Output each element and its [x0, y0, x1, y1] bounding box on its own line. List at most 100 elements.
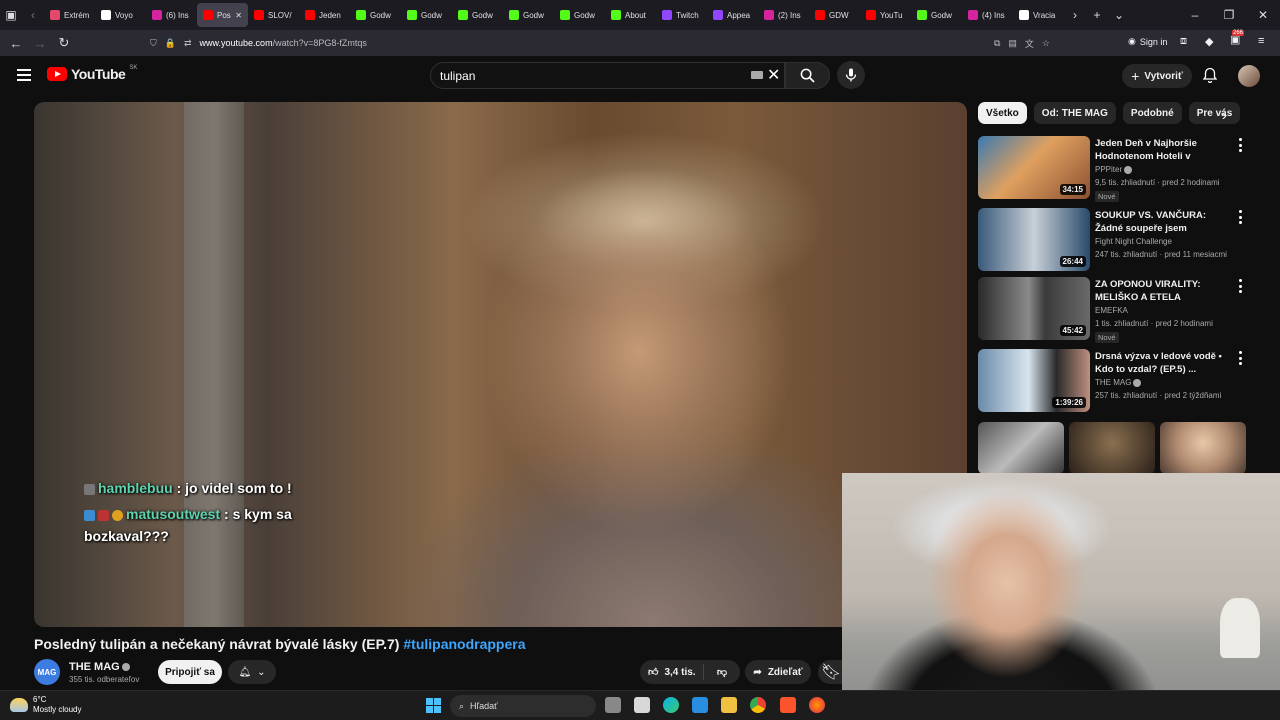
- recommended-video[interactable]: 1:39:26 Drsná výzva v ledové vodě • Kdo t…: [978, 349, 1248, 413]
- picture-in-picture-icon[interactable]: ⧉: [994, 38, 1000, 49]
- recommended-video-channel[interactable]: PPPiter: [1095, 165, 1133, 174]
- channel-name[interactable]: THE MAG: [69, 661, 130, 673]
- browser-tab[interactable]: YouTu: [860, 3, 911, 27]
- browser-tab[interactable]: Godw: [911, 3, 962, 27]
- browser-tab[interactable]: Godw: [350, 3, 401, 27]
- video-thumbnail[interactable]: 34:15: [978, 136, 1090, 199]
- dislike-button[interactable]: 👎︎: [704, 666, 740, 678]
- youtube-logo[interactable]: YouTube SK: [47, 65, 137, 82]
- notification-settings-button[interactable]: 🔔︎ ⌄: [228, 660, 276, 684]
- browser-tab[interactable]: (2) Ins: [758, 3, 809, 27]
- chrome-icon[interactable]: [750, 697, 766, 713]
- voice-search-button[interactable]: [837, 61, 865, 89]
- firefox-icon[interactable]: [809, 697, 825, 713]
- create-button[interactable]: + Vytvoriť: [1122, 64, 1192, 88]
- save-button[interactable]: 🔖︎: [818, 660, 844, 684]
- forward-icon[interactable]: →: [28, 31, 52, 55]
- more-actions-icon[interactable]: [1236, 210, 1244, 224]
- clear-search-icon[interactable]: ✕: [767, 65, 780, 85]
- browser-tab[interactable]: Pos ✕: [197, 3, 248, 27]
- browser-tab[interactable]: Twitch: [656, 3, 707, 27]
- store-icon[interactable]: [634, 697, 650, 713]
- translate-icon[interactable]: 文: [1025, 37, 1034, 50]
- taskbar-search[interactable]: ⌕ Hľadať: [450, 695, 596, 717]
- tabs-scroll-left-icon[interactable]: ‹: [22, 4, 44, 26]
- menu-icon[interactable]: [17, 69, 31, 81]
- signin-button[interactable]: ◉ Sign in: [1128, 36, 1167, 47]
- app-menu-icon[interactable]: ≡: [1258, 35, 1264, 47]
- recommended-video[interactable]: 34:15 Jeden Deň v Najhoršie Hodnotenom Ho…: [978, 136, 1248, 202]
- recommended-video[interactable]: 26:44 SOUKUP VS. VANČURA: Žádné soupeře j…: [978, 208, 1248, 272]
- short-thumbnail[interactable]: [1069, 422, 1155, 474]
- recommended-video-channel[interactable]: Fight Night Challenge: [1095, 237, 1172, 246]
- browser-tab[interactable]: SLOV/: [248, 3, 299, 27]
- recommended-video-channel[interactable]: EMEFKA: [1095, 306, 1128, 315]
- subscribe-button[interactable]: Pripojiť sa: [158, 660, 222, 684]
- video-thumbnail[interactable]: 1:39:26: [978, 349, 1090, 412]
- filter-chip[interactable]: Podobné: [1122, 102, 1182, 124]
- notifications-button[interactable]: [1200, 65, 1220, 85]
- bookmark-star-icon[interactable]: ☆: [1042, 38, 1050, 49]
- minimize-window-icon[interactable]: –: [1178, 4, 1212, 26]
- browser-tab[interactable]: (6) Ins: [146, 3, 197, 27]
- shield-icon[interactable]: ⛉: [150, 38, 157, 49]
- video-thumbnail[interactable]: 26:44: [978, 208, 1090, 271]
- recommended-video-title[interactable]: SOUKUP VS. VANČURA: Žádné soupeře jsem n…: [1095, 209, 1233, 235]
- task-view-icon[interactable]: [605, 697, 621, 713]
- filter-chip[interactable]: Všetko: [978, 102, 1027, 124]
- channel-avatar[interactable]: MAG: [34, 659, 60, 685]
- weather-widget[interactable]: 6°C Mostly cloudy: [10, 695, 81, 715]
- browser-tab[interactable]: (4) Ins: [962, 3, 1013, 27]
- browser-tab[interactable]: Extrém: [44, 3, 95, 27]
- browser-tab[interactable]: GDW: [809, 3, 860, 27]
- file-explorer-icon[interactable]: [721, 697, 737, 713]
- browser-tab[interactable]: Vracia: [1013, 3, 1064, 27]
- recommended-video[interactable]: 45:42 ZA OPONOU VIRALITY: MELIŠKO A ETELA…: [978, 277, 1248, 343]
- more-actions-icon[interactable]: [1236, 279, 1244, 293]
- close-tab-icon[interactable]: ✕: [235, 11, 242, 20]
- extensions-icon[interactable]: ⧈: [1180, 35, 1187, 48]
- address-bar[interactable]: ⛉ 🔒 ⇄ www.youtube.com/watch?v=8PG8-fZmtq…: [150, 33, 1050, 53]
- start-button[interactable]: [426, 698, 441, 713]
- keyboard-icon[interactable]: [751, 71, 763, 79]
- new-tab-icon[interactable]: +: [1086, 4, 1108, 26]
- more-actions-icon[interactable]: [1236, 351, 1244, 365]
- photos-icon[interactable]: [692, 697, 708, 713]
- recommended-video-channel[interactable]: THE MAG: [1095, 378, 1142, 387]
- filter-chip[interactable]: Od: THE MAG: [1033, 102, 1116, 124]
- more-actions-icon[interactable]: [1236, 138, 1244, 152]
- video-player[interactable]: hamblebuu : jo videl som to ! matusoutwe…: [34, 102, 967, 627]
- browser-tab[interactable]: Appea: [707, 3, 758, 27]
- like-button[interactable]: 👍︎ 3,4 tis.: [640, 664, 704, 680]
- browser-tab[interactable]: About: [605, 3, 656, 27]
- search-button[interactable]: [785, 62, 830, 89]
- reload-icon[interactable]: ↻: [52, 31, 76, 55]
- user-avatar[interactable]: [1238, 65, 1260, 87]
- shield-extension-icon[interactable]: ◆: [1205, 35, 1213, 48]
- back-icon[interactable]: ←: [4, 31, 28, 55]
- share-button[interactable]: ➦ Zdieľať: [745, 660, 811, 684]
- adblock-extension-icon[interactable]: ▣ 266: [1230, 30, 1245, 46]
- close-window-icon[interactable]: ✕: [1246, 4, 1280, 26]
- reader-view-icon[interactable]: ▤: [1008, 38, 1017, 49]
- brave-icon[interactable]: [780, 697, 796, 713]
- tab-overflow-icon[interactable]: ⌄: [1108, 4, 1130, 26]
- short-thumbnail[interactable]: [1160, 422, 1246, 474]
- edge-icon[interactable]: [663, 697, 679, 713]
- video-hashtag-link[interactable]: #tulipanodrappera: [403, 636, 525, 652]
- browser-tab[interactable]: Godw: [452, 3, 503, 27]
- short-thumbnail[interactable]: [978, 422, 1064, 474]
- browser-tab[interactable]: Godw: [401, 3, 452, 27]
- browser-tab[interactable]: Godw: [554, 3, 605, 27]
- recommended-video-title[interactable]: Drsná výzva v ledové vodě • Kdo to vzdal…: [1095, 350, 1233, 376]
- recommended-video-title[interactable]: Jeden Deň v Najhoršie Hodnotenom Hoteli …: [1095, 137, 1233, 163]
- permissions-icon[interactable]: ⇄: [184, 38, 192, 49]
- filter-chip[interactable]: Pre vás: [1188, 102, 1241, 124]
- tab-list-icon[interactable]: ▣: [0, 4, 22, 26]
- browser-tab[interactable]: Godw: [503, 3, 554, 27]
- chevron-right-icon[interactable]: ›: [1222, 107, 1227, 123]
- browser-tab[interactable]: Jeden: [299, 3, 350, 27]
- maximize-window-icon[interactable]: ❐: [1212, 4, 1246, 26]
- browser-tab[interactable]: Voyo: [95, 3, 146, 27]
- video-thumbnail[interactable]: 45:42: [978, 277, 1090, 340]
